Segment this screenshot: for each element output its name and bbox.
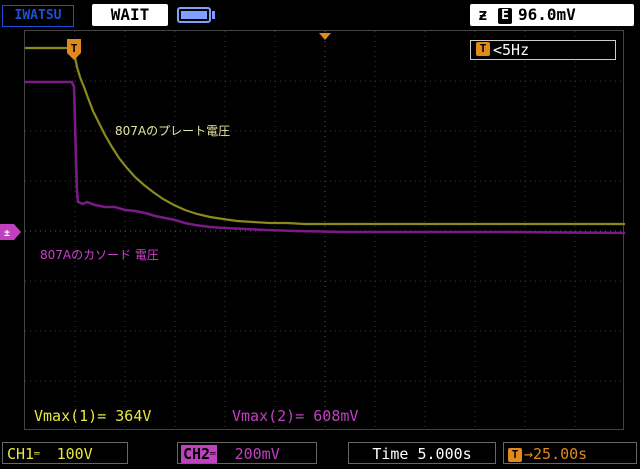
trigger-source-icon: E — [498, 7, 512, 24]
dc-coupling-icon: ═ — [34, 449, 40, 460]
frequency-value: <5Hz — [493, 41, 530, 59]
ch1-scale: 100V — [56, 445, 93, 463]
waveform-display[interactable]: T — [24, 30, 626, 431]
ch1-label: CH1 — [7, 445, 35, 463]
trigger-edge-icon: ƶ — [478, 5, 488, 24]
trigger-level: 96.0mV — [518, 5, 576, 24]
timebase-settings[interactable]: Time 5.000s — [348, 442, 496, 464]
ch2-ground-marker[interactable]: ± — [0, 224, 22, 240]
ch2-label: CH2═ — [181, 445, 217, 463]
trigger-marker-top[interactable]: T — [67, 39, 81, 60]
trigger-delay-value: →25.00s — [524, 445, 588, 463]
ch1-settings[interactable]: CH1═ 100V — [2, 442, 128, 464]
trigger-marker-label: T — [71, 42, 78, 55]
plate-voltage-label: 807Aのプレート電圧 — [115, 124, 231, 138]
battery-level — [181, 11, 207, 19]
battery-tip — [212, 11, 215, 19]
cathode-voltage-label: 807Aのカソード 電圧 — [40, 248, 159, 262]
dc-coupling-icon: ═ — [210, 449, 216, 460]
trace-cathode-voltage — [25, 80, 626, 235]
trigger-readout[interactable]: ƶ E 96.0mV — [470, 4, 634, 26]
timebase-value: Time 5.000s — [372, 445, 472, 463]
brand-logo: IWATSU — [2, 5, 74, 27]
measurement-vmax1: Vmax(1)= 364V — [34, 407, 152, 425]
battery-icon — [177, 7, 211, 23]
trigger-delay-icon: T — [508, 447, 522, 462]
ch2-settings[interactable]: CH2═ 200mV — [177, 442, 317, 464]
frequency-counter: T <5Hz — [470, 40, 616, 60]
ch2-scale: 200mV — [234, 445, 280, 463]
trigger-frequency-icon: T — [476, 42, 490, 56]
trigger-position-marker[interactable] — [319, 33, 331, 40]
acquisition-status: WAIT — [92, 4, 168, 26]
ground-marker-label: ± — [4, 228, 10, 239]
measurement-vmax2: Vmax(2)= 608mV — [232, 407, 359, 425]
trigger-delay-settings[interactable]: T →25.00s — [503, 442, 637, 464]
traces-layer — [25, 46, 626, 235]
waveform-svg: T — [25, 31, 626, 431]
